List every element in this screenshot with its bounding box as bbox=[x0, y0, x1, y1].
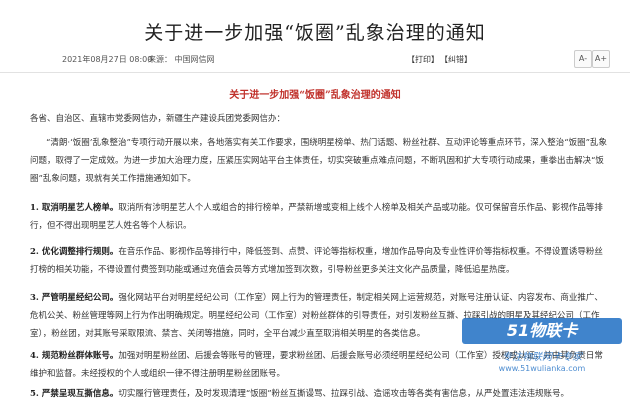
watermark-url: www.51wulianka.com bbox=[498, 364, 586, 373]
font-increase-button[interactable]: A+ bbox=[592, 50, 610, 68]
watermark-slogan: 专注物联网卡专家 bbox=[502, 352, 582, 363]
measure-heading: 5. 严禁呈现互撕信息。 bbox=[30, 389, 119, 399]
article-meta-bar: 2021年08月27日 08:00 来源： 中国网信网 【打印】 【纠错】 A-… bbox=[0, 48, 630, 73]
article-subtitle: 关于进一步加强“饭圈”乱象治理的通知 bbox=[229, 90, 401, 101]
article-title: 关于进一步加强“饭圈”乱象治理的通知 bbox=[144, 22, 486, 44]
recipients-line: 各省、自治区、直辖市党委网信办，新疆生产建设兵团党委网信办： bbox=[30, 114, 286, 124]
site-watermark: 51物联卡 专注物联网卡专家 www.51wulianka.com bbox=[462, 318, 622, 378]
measure-item-1: 1. 取消明星艺人榜单。取消所有涉明星艺人个人或组合的排行榜单，严禁新增或变相上… bbox=[30, 199, 608, 235]
measure-heading: 4. 规范粉丝群体账号。 bbox=[30, 351, 119, 361]
measure-heading: 2. 优化调整排行规则。 bbox=[30, 247, 119, 257]
measure-heading: 3. 严管明星经纪公司。 bbox=[30, 293, 119, 303]
measure-heading: 1. 取消明星艺人榜单。 bbox=[30, 203, 119, 213]
watermark-logo: 51物联卡 bbox=[462, 318, 622, 344]
font-decrease-button[interactable]: A- bbox=[574, 50, 592, 68]
intro-paragraph: “清朗·‘饭圈’乱象整治”专项行动开展以来，各地落实有关工作要求，围绕明星榜单、… bbox=[30, 138, 607, 184]
measure-item-2: 2. 优化调整排行规则。在音乐作品、影视作品等排行中，降低签到、点赞、评论等指标… bbox=[30, 243, 608, 279]
correction-link[interactable]: 【纠错】 bbox=[440, 54, 472, 65]
measure-text: 切实履行管理责任，及时发现清理“饭圈”粉丝互撕谩骂、拉踩引战、造谣攻击等各类有害… bbox=[118, 389, 570, 399]
print-link[interactable]: 【打印】 bbox=[407, 54, 439, 65]
measure-item-5: 5. 严禁呈现互撕信息。切实履行管理责任，及时发现清理“饭圈”粉丝互撕谩骂、拉踩… bbox=[30, 385, 608, 403]
publish-date: 2021年08月27日 08:00 bbox=[62, 55, 153, 64]
article-source: 来源： 中国网信网 bbox=[148, 55, 215, 64]
